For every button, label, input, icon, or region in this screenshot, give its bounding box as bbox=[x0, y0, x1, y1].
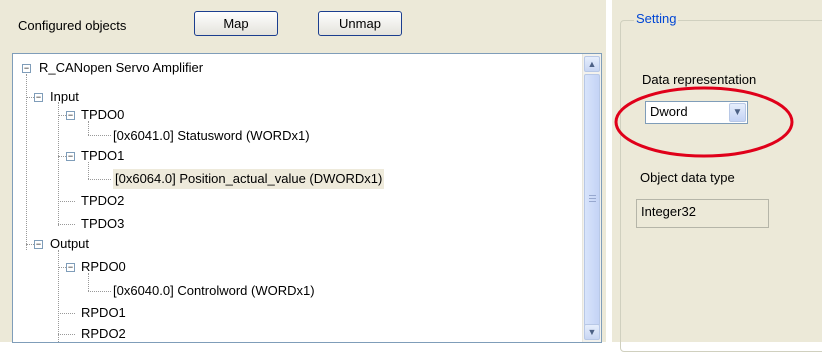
tree-connector bbox=[58, 201, 75, 202]
collapse-icon[interactable]: − bbox=[66, 111, 75, 120]
configured-objects-panel: Configured objects Map Unmap − − − − − −… bbox=[0, 0, 606, 343]
tree-connector bbox=[88, 135, 111, 136]
setting-group-title: Setting bbox=[634, 11, 679, 26]
tree-connector bbox=[26, 74, 27, 250]
map-button[interactable]: Map bbox=[194, 11, 278, 36]
scroll-thumb[interactable] bbox=[584, 74, 600, 326]
tree-node-tpdo2[interactable]: TPDO2 bbox=[81, 191, 124, 211]
configured-objects-label: Configured objects bbox=[18, 18, 127, 33]
tree-connector bbox=[58, 313, 75, 314]
tree-connector bbox=[58, 267, 66, 268]
scroll-down-icon[interactable]: ▼ bbox=[584, 324, 600, 340]
tree-node-rpdo0[interactable]: RPDO0 bbox=[81, 257, 126, 277]
grip-line bbox=[589, 201, 596, 202]
tree-scrollbar[interactable]: ▲ ▼ bbox=[582, 54, 601, 342]
object-tree[interactable]: − − − − − − R_CANopen Servo Amplifier In… bbox=[12, 53, 602, 343]
tree-node-output[interactable]: Output bbox=[50, 234, 89, 254]
collapse-icon[interactable]: − bbox=[22, 64, 31, 73]
collapse-icon[interactable]: − bbox=[66, 152, 75, 161]
tree-node-rpdo1[interactable]: RPDO1 bbox=[81, 303, 126, 323]
object-data-type-label: Object data type bbox=[640, 170, 735, 185]
object-data-type-field: Integer32 bbox=[636, 199, 769, 228]
scroll-up-icon[interactable]: ▲ bbox=[584, 56, 600, 72]
highlight-circle bbox=[614, 86, 794, 158]
grip-line bbox=[589, 195, 596, 196]
tree-node-statusword[interactable]: [0x6041.0] Statusword (WORDx1) bbox=[113, 126, 310, 146]
collapse-icon[interactable]: − bbox=[66, 263, 75, 272]
tree-node-position-actual-value[interactable]: [0x6064.0] Position_actual_value (DWORDx… bbox=[113, 169, 385, 189]
setting-panel: Setting Data representation Dword ▼ Obje… bbox=[612, 0, 822, 352]
tree-node-tpdo0[interactable]: TPDO0 bbox=[81, 105, 124, 125]
tree-connector bbox=[88, 179, 111, 180]
tree-node-rpdo2[interactable]: RPDO2 bbox=[81, 324, 126, 342]
tree-connector bbox=[58, 334, 75, 335]
tree-connector bbox=[26, 97, 34, 98]
tree-connector bbox=[58, 102, 59, 226]
tree-node-input[interactable]: Input bbox=[50, 87, 79, 107]
grip-line bbox=[589, 198, 596, 199]
tree-connector bbox=[58, 250, 59, 342]
tree-node-root[interactable]: R_CANopen Servo Amplifier bbox=[39, 58, 203, 78]
tree-node-tpdo1[interactable]: TPDO1 bbox=[81, 146, 124, 166]
unmap-button[interactable]: Unmap bbox=[318, 11, 402, 36]
collapse-icon[interactable]: − bbox=[34, 240, 43, 249]
tree-connector bbox=[58, 224, 75, 225]
tree-connector bbox=[26, 244, 34, 245]
tree-node-tpdo3[interactable]: TPDO3 bbox=[81, 214, 124, 234]
tree-connector bbox=[58, 115, 66, 116]
setting-group-box bbox=[620, 20, 822, 352]
tree-connector bbox=[88, 291, 111, 292]
tree-node-controlword[interactable]: [0x6040.0] Controlword (WORDx1) bbox=[113, 281, 315, 301]
tree-connector bbox=[58, 156, 66, 157]
collapse-icon[interactable]: − bbox=[34, 93, 43, 102]
